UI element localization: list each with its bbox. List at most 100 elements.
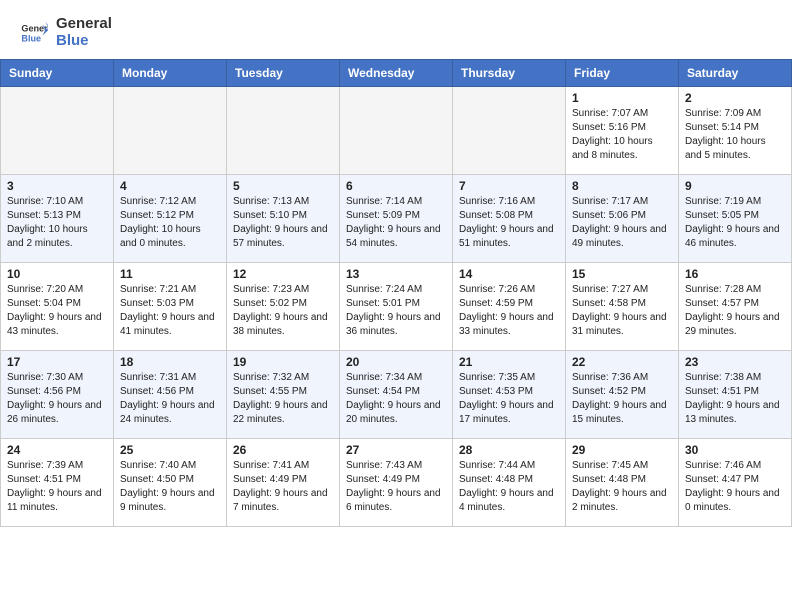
day-number: 18 (120, 355, 220, 369)
day-number: 30 (685, 443, 785, 457)
day-number: 24 (7, 443, 107, 457)
day-cell-26: 26 Sunrise: 7:41 AMSunset: 4:49 PMDayligh… (227, 439, 340, 527)
day-cell-5: 5 Sunrise: 7:13 AMSunset: 5:10 PMDaylight… (227, 175, 340, 263)
day-cell-29: 29 Sunrise: 7:45 AMSunset: 4:48 PMDayligh… (566, 439, 679, 527)
day-cell-10: 10 Sunrise: 7:20 AMSunset: 5:04 PMDayligh… (1, 263, 114, 351)
day-info: Sunrise: 7:24 AMSunset: 5:01 PMDaylight:… (346, 283, 446, 339)
day-number: 4 (120, 179, 220, 193)
day-cell-19: 19Sunrise: 7:32 AMSunset: 4:55 PMDayligh… (227, 351, 340, 439)
day-info: Sunrise: 7:28 AMSunset: 4:57 PMDaylight:… (685, 283, 785, 339)
day-cell-7: 7 Sunrise: 7:16 AMSunset: 5:08 PMDaylight… (453, 175, 566, 263)
day-number: 1 (572, 91, 672, 105)
day-cell-16: 16 Sunrise: 7:28 AMSunset: 4:57 PMDayligh… (679, 263, 792, 351)
day-cell-25: 25 Sunrise: 7:40 AMSunset: 4:50 PMDayligh… (114, 439, 227, 527)
day-number: 3 (7, 179, 107, 193)
day-cell-14: 14 Sunrise: 7:26 AMSunset: 4:59 PMDayligh… (453, 263, 566, 351)
day-cell-30: 30 Sunrise: 7:46 AMSunset: 4:47 PMDayligh… (679, 439, 792, 527)
day-info: Sunrise: 7:38 AMSunset: 4:51 PMDaylight:… (685, 371, 785, 427)
day-cell-3: 3 Sunrise: 7:10 AMSunset: 5:13 PMDaylight… (1, 175, 114, 263)
svg-text:Blue: Blue (21, 33, 41, 43)
day-info: Sunrise: 7:26 AMSunset: 4:59 PMDaylight:… (459, 283, 559, 339)
logo: General Blue General Blue (20, 16, 112, 49)
day-info: Sunrise: 7:13 AMSunset: 5:10 PMDaylight:… (233, 195, 333, 251)
day-number: 12 (233, 267, 333, 281)
day-info: Sunrise: 7:35 AMSunset: 4:53 PMDaylight:… (459, 371, 559, 427)
day-cell-17: 17 Sunrise: 7:30 AMSunset: 4:56 PMDayligh… (1, 351, 114, 439)
weekday-header-friday: Friday (566, 60, 679, 87)
day-number: 5 (233, 179, 333, 193)
day-number: 9 (685, 179, 785, 193)
header: General Blue General Blue (0, 0, 792, 59)
week-row-1: 1 Sunrise: 7:07 AMSunset: 5:16 PMDaylight… (1, 87, 792, 175)
day-number: 25 (120, 443, 220, 457)
day-cell-6: 6Sunrise: 7:14 AMSunset: 5:09 PMDaylight… (340, 175, 453, 263)
day-number: 27 (346, 443, 446, 457)
day-number: 26 (233, 443, 333, 457)
day-info: Sunrise: 7:27 AMSunset: 4:58 PMDaylight:… (572, 283, 672, 339)
empty-cell (114, 87, 227, 175)
day-cell-27: 27 Sunrise: 7:43 AMSunset: 4:49 PMDayligh… (340, 439, 453, 527)
day-number: 28 (459, 443, 559, 457)
day-info: Sunrise: 7:14 AMSunset: 5:09 PMDaylight:… (346, 195, 446, 251)
day-info: Sunrise: 7:41 AMSunset: 4:49 PMDaylight:… (233, 459, 333, 515)
day-number: 29 (572, 443, 672, 457)
day-number: 14 (459, 267, 559, 281)
day-number: 11 (120, 267, 220, 281)
day-number: 8 (572, 179, 672, 193)
week-row-5: 24Sunrise: 7:39 AMSunset: 4:51 PMDayligh… (1, 439, 792, 527)
day-info: Sunrise: 7:45 AMSunset: 4:48 PMDaylight:… (572, 459, 672, 515)
day-cell-4: 4 Sunrise: 7:12 AMSunset: 5:12 PMDaylight… (114, 175, 227, 263)
svg-text:General: General (21, 23, 48, 33)
day-info: Sunrise: 7:09 AMSunset: 5:14 PMDaylight:… (685, 107, 785, 163)
day-info: Sunrise: 7:12 AMSunset: 5:12 PMDaylight:… (120, 195, 220, 251)
day-cell-8: 8 Sunrise: 7:17 AMSunset: 5:06 PMDaylight… (566, 175, 679, 263)
day-number: 7 (459, 179, 559, 193)
day-cell-21: 21Sunrise: 7:35 AMSunset: 4:53 PMDayligh… (453, 351, 566, 439)
day-info: Sunrise: 7:43 AMSunset: 4:49 PMDaylight:… (346, 459, 446, 515)
weekday-header-tuesday: Tuesday (227, 60, 340, 87)
day-number: 2 (685, 91, 785, 105)
day-cell-9: 9Sunrise: 7:19 AMSunset: 5:05 PMDaylight… (679, 175, 792, 263)
day-info: Sunrise: 7:20 AMSunset: 5:04 PMDaylight:… (7, 283, 107, 339)
weekday-header-monday: Monday (114, 60, 227, 87)
weekday-header-sunday: Sunday (1, 60, 114, 87)
week-row-2: 3 Sunrise: 7:10 AMSunset: 5:13 PMDaylight… (1, 175, 792, 263)
day-cell-13: 13 Sunrise: 7:24 AMSunset: 5:01 PMDayligh… (340, 263, 453, 351)
day-number: 10 (7, 267, 107, 281)
day-cell-20: 20Sunrise: 7:34 AMSunset: 4:54 PMDayligh… (340, 351, 453, 439)
day-info: Sunrise: 7:44 AMSunset: 4:48 PMDaylight:… (459, 459, 559, 515)
week-row-3: 10 Sunrise: 7:20 AMSunset: 5:04 PMDayligh… (1, 263, 792, 351)
empty-cell (453, 87, 566, 175)
day-info: Sunrise: 7:32 AMSunset: 4:55 PMDaylight:… (233, 371, 333, 427)
day-cell-2: 2 Sunrise: 7:09 AMSunset: 5:14 PMDaylight… (679, 87, 792, 175)
day-info: Sunrise: 7:40 AMSunset: 4:50 PMDaylight:… (120, 459, 220, 515)
day-info: Sunrise: 7:10 AMSunset: 5:13 PMDaylight:… (7, 195, 107, 251)
day-info: Sunrise: 7:21 AMSunset: 5:03 PMDaylight:… (120, 283, 220, 339)
week-row-4: 17 Sunrise: 7:30 AMSunset: 4:56 PMDayligh… (1, 351, 792, 439)
day-cell-1: 1 Sunrise: 7:07 AMSunset: 5:16 PMDaylight… (566, 87, 679, 175)
logo-blue-text: Blue (56, 33, 112, 50)
empty-cell (227, 87, 340, 175)
day-number: 15 (572, 267, 672, 281)
calendar: SundayMondayTuesdayWednesdayThursdayFrid… (0, 59, 792, 527)
day-cell-15: 15 Sunrise: 7:27 AMSunset: 4:58 PMDayligh… (566, 263, 679, 351)
day-info: Sunrise: 7:36 AMSunset: 4:52 PMDaylight:… (572, 371, 672, 427)
day-number: 17 (7, 355, 107, 369)
day-info: Sunrise: 7:30 AMSunset: 4:56 PMDaylight:… (7, 371, 107, 427)
day-info: Sunrise: 7:46 AMSunset: 4:47 PMDaylight:… (685, 459, 785, 515)
day-number: 16 (685, 267, 785, 281)
day-info: Sunrise: 7:07 AMSunset: 5:16 PMDaylight:… (572, 107, 672, 163)
day-info: Sunrise: 7:16 AMSunset: 5:08 PMDaylight:… (459, 195, 559, 251)
empty-cell (1, 87, 114, 175)
empty-cell (340, 87, 453, 175)
day-cell-28: 28 Sunrise: 7:44 AMSunset: 4:48 PMDayligh… (453, 439, 566, 527)
day-cell-24: 24Sunrise: 7:39 AMSunset: 4:51 PMDayligh… (1, 439, 114, 527)
day-number: 13 (346, 267, 446, 281)
weekday-header-saturday: Saturday (679, 60, 792, 87)
day-info: Sunrise: 7:31 AMSunset: 4:56 PMDaylight:… (120, 371, 220, 427)
day-cell-18: 18 Sunrise: 7:31 AMSunset: 4:56 PMDayligh… (114, 351, 227, 439)
day-cell-23: 23Sunrise: 7:38 AMSunset: 4:51 PMDayligh… (679, 351, 792, 439)
weekday-header-wednesday: Wednesday (340, 60, 453, 87)
logo-icon: General Blue (20, 19, 48, 47)
day-info: Sunrise: 7:17 AMSunset: 5:06 PMDaylight:… (572, 195, 672, 251)
